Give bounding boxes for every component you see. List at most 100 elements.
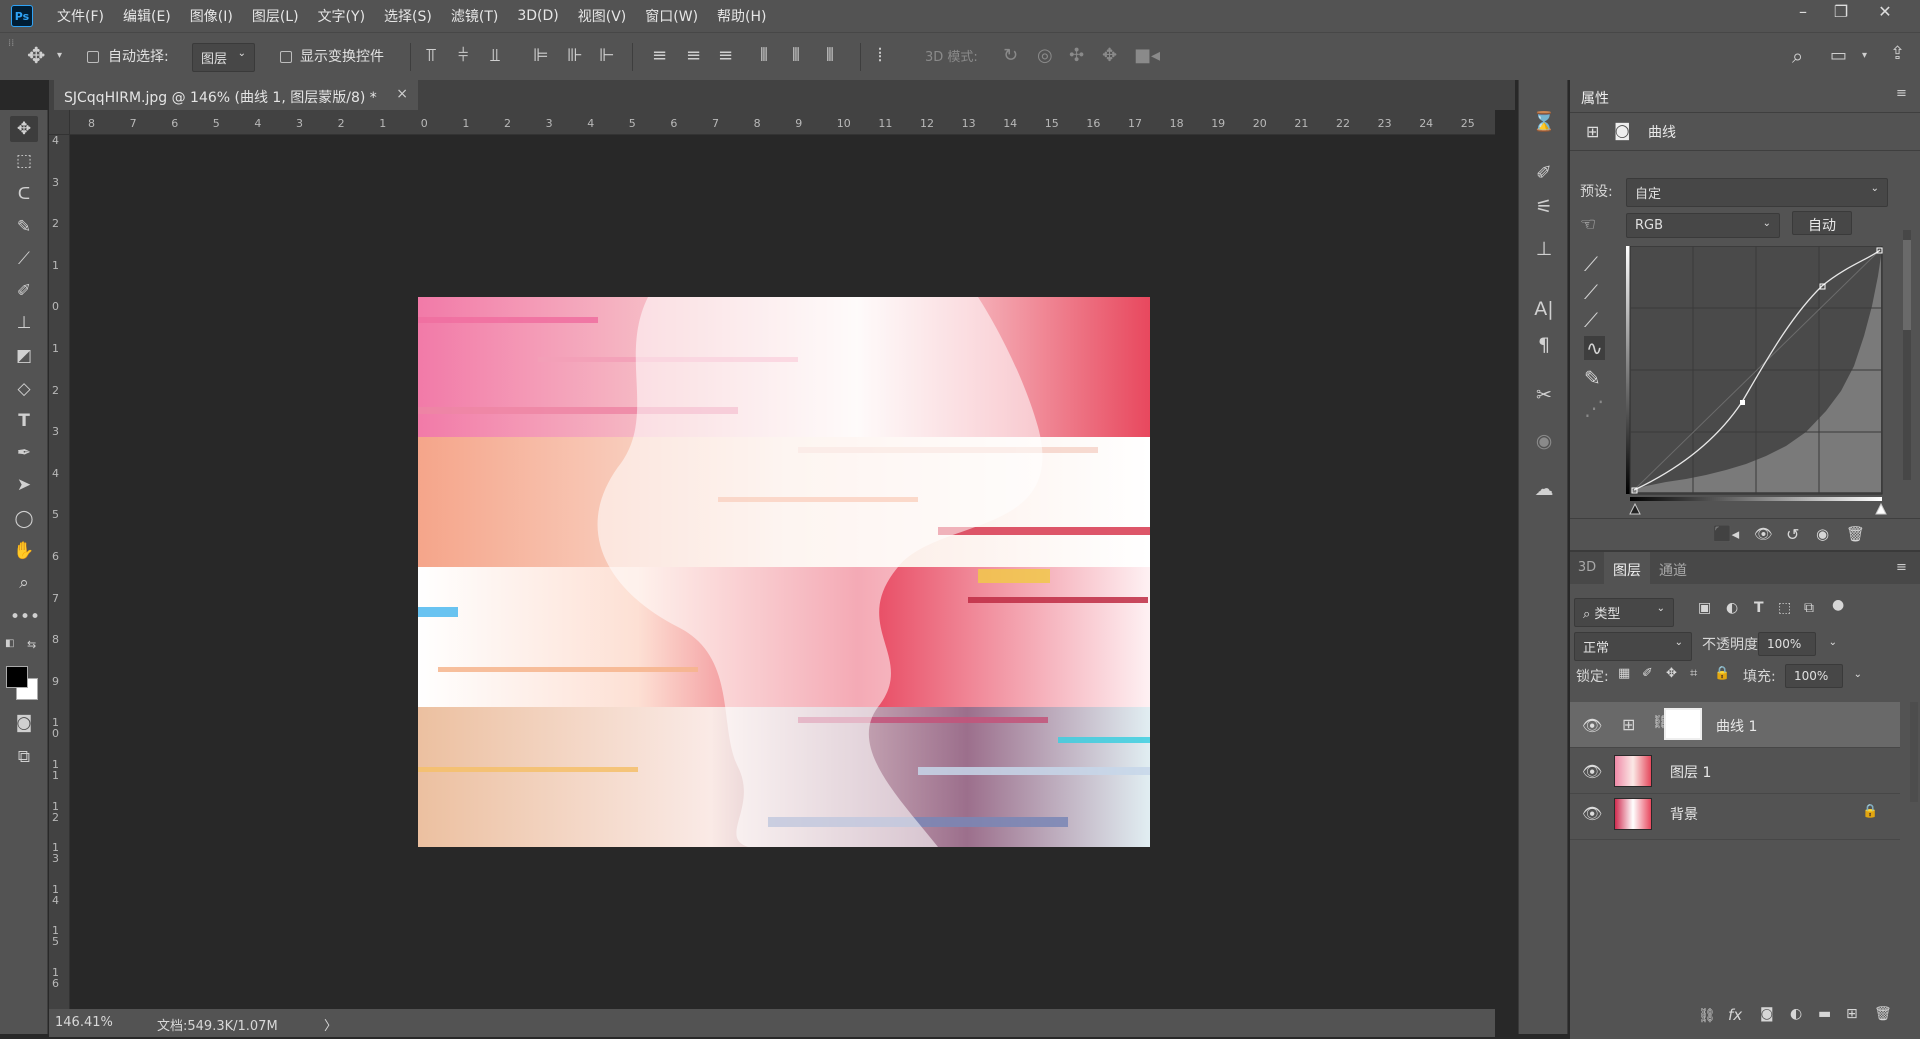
delete-layer-icon[interactable]: 🗑 [1874, 1006, 1892, 1022]
menu-image[interactable]: 图像(I) [190, 6, 233, 26]
3d-scale-icon[interactable]: ■◂ [1134, 45, 1160, 66]
paragraph-icon[interactable]: ¶ [1531, 334, 1557, 360]
smooth-curve-icon[interactable]: ⋰ [1584, 396, 1604, 420]
layer-row-curves[interactable]: 👁 ⊞ ⛓ 曲线 1 [1570, 702, 1900, 748]
preset-dropdown[interactable]: 自定 ⌄ [1626, 178, 1888, 207]
layer-mask-thumbnail[interactable] [1664, 708, 1702, 740]
opacity-input[interactable]: 100% ⌄ [1758, 632, 1837, 656]
distribute-bottom-icon[interactable]: ≡ [718, 45, 733, 66]
show-transform-checkbox[interactable] [280, 51, 292, 63]
white-slider[interactable] [1875, 502, 1887, 515]
horizontal-ruler[interactable]: 8 7 6 5 4 3 2 1 0 1 2 3 4 5 6 7 8 9 10 11 12 13 14 15 16 17 18 19 20… [70, 110, 1495, 135]
default-colors-icon[interactable]: ◧ [5, 638, 14, 649]
blend-mode-dropdown[interactable]: 正常 ⌄ [1574, 632, 1692, 661]
history-icon[interactable]: ⌛ [1531, 110, 1557, 136]
fill-input[interactable]: 100% ⌄ [1785, 664, 1862, 688]
clone-source-icon[interactable]: ⊥ [1531, 238, 1557, 264]
more-tools-icon[interactable]: ••• [10, 604, 40, 630]
distribute-hcenter-icon[interactable]: ⦀ [792, 45, 800, 66]
eyedropper-tool-icon[interactable]: ⟋ [10, 246, 38, 272]
filter-type-icon[interactable]: T [1754, 600, 1764, 616]
curves-graph[interactable] [1626, 246, 1890, 518]
brush-settings-icon[interactable]: ✐ [1531, 162, 1557, 188]
filter-toggle-icon[interactable]: ● [1832, 597, 1844, 613]
tab-layers[interactable]: 图层 [1604, 552, 1650, 584]
clip-to-layer-icon[interactable]: ⬛◂ [1713, 525, 1739, 543]
quick-select-tool-icon[interactable]: ✎ [10, 214, 38, 240]
zoom-level[interactable]: 146.41% [55, 1015, 113, 1030]
menu-filter[interactable]: 滤镜(T) [451, 6, 498, 26]
adjustments-icon[interactable]: ⚟ [1531, 196, 1557, 222]
brush-tool-icon[interactable]: ✐ [10, 278, 38, 304]
menu-layer[interactable]: 图层(L) [252, 6, 299, 26]
tools-preset-icon[interactable]: ✂ [1531, 384, 1557, 410]
auto-select-dropdown[interactable]: 图层 ⌄ [192, 43, 255, 72]
link-layers-icon[interactable]: ⛓ [1698, 1008, 1716, 1024]
distribute-right-icon[interactable]: ⦀ [826, 45, 834, 66]
3d-pan-icon[interactable]: ✣ [1069, 45, 1084, 66]
3d-roll-icon[interactable]: ◎ [1037, 45, 1053, 66]
black-point-eyedropper-icon[interactable]: ⟋ [1584, 252, 1598, 276]
learn-icon[interactable]: ◉ [1531, 430, 1557, 456]
lock-position-icon[interactable]: ✥ [1666, 666, 1677, 681]
reset-icon[interactable]: ↺ [1786, 525, 1799, 544]
menu-3d[interactable]: 3D(D) [517, 8, 558, 24]
hand-tool-icon[interactable]: ✋ [10, 538, 38, 564]
white-point-eyedropper-icon[interactable]: ⟋ [1584, 308, 1598, 332]
pencil-draw-icon[interactable]: ✎ [1584, 366, 1601, 390]
gray-point-eyedropper-icon[interactable]: ⟋ [1584, 280, 1598, 304]
distribute-left-icon[interactable]: ⦀ [760, 45, 768, 66]
add-mask-icon[interactable]: ◙ [1760, 1006, 1774, 1022]
distribute-vcenter-icon[interactable]: ≡ [686, 45, 701, 66]
creative-cloud-icon[interactable]: ☁ [1531, 478, 1557, 504]
status-menu-arrow[interactable]: 〉 [324, 1015, 337, 1034]
screen-mode-icon[interactable]: ⧉ [10, 744, 38, 770]
ellipse-tool-icon[interactable]: ◯ [10, 506, 38, 532]
path-select-tool-icon[interactable]: ➤ [10, 472, 38, 498]
menu-file[interactable]: 文件(F) [57, 6, 104, 26]
curve-edit-icon[interactable]: ∿ [1584, 336, 1605, 360]
menu-select[interactable]: 选择(S) [384, 6, 432, 26]
quick-mask-icon[interactable]: ◙ [10, 710, 38, 736]
align-hcenter-icon[interactable]: ⊪ [567, 45, 583, 66]
layer-row-background[interactable]: 👁 背景 🔒 [1570, 794, 1900, 840]
3d-slide-icon[interactable]: ✥ [1102, 45, 1117, 66]
eye-icon[interactable]: 👁 [1582, 804, 1602, 823]
filter-adjustment-icon[interactable]: ◐ [1726, 600, 1738, 616]
swap-colors-icon[interactable]: ⇆ [27, 638, 36, 651]
workspace-icon[interactable]: ▭ [1830, 45, 1847, 66]
type-tool-icon[interactable]: T [10, 408, 38, 434]
chevron-down-icon[interactable]: ▾ [57, 50, 62, 61]
eraser-tool-icon[interactable]: ◩ [10, 343, 38, 369]
lock-transparency-icon[interactable]: ▦ [1618, 666, 1630, 681]
search-icon[interactable]: ⌕ [1792, 44, 1803, 68]
filter-smart-object-icon[interactable]: ⧉ [1804, 600, 1814, 616]
align-bottom-icon[interactable]: ⫫ [490, 45, 500, 66]
align-left-icon[interactable]: ⊫ [533, 45, 549, 66]
targeted-adjust-icon[interactable]: ☜ [1580, 214, 1596, 235]
lasso-tool-icon[interactable]: ᑕ [10, 181, 38, 207]
align-top-icon[interactable]: ⫪ [426, 45, 436, 66]
menu-window[interactable]: 窗口(W) [645, 6, 698, 26]
auto-align-icon[interactable]: ⦙ [878, 45, 882, 66]
layers-scrollbar[interactable] [1910, 702, 1918, 802]
view-previous-icon[interactable]: 👁 [1754, 525, 1773, 543]
delete-icon[interactable]: 🗑 [1846, 525, 1865, 543]
layer-row-layer1[interactable]: 👁 图层 1 [1570, 748, 1900, 794]
move-tool-icon[interactable]: ✥ [10, 116, 38, 142]
menu-edit[interactable]: 编辑(E) [123, 6, 171, 26]
layer-mask-icon[interactable]: ◙ [1614, 121, 1631, 141]
layer-name[interactable]: 图层 1 [1670, 762, 1711, 782]
lock-artboard-icon[interactable]: ⌗ [1690, 666, 1697, 681]
move-tool-icon[interactable]: ✥ [27, 44, 45, 69]
new-adjustment-icon[interactable]: ◐ [1790, 1006, 1802, 1022]
layer-name[interactable]: 背景 [1670, 804, 1698, 824]
auto-select-checkbox[interactable] [87, 51, 99, 63]
channel-dropdown[interactable]: RGB ⌄ [1626, 213, 1780, 238]
minimize-button[interactable]: – [1788, 2, 1818, 24]
new-layer-icon[interactable]: ⊞ [1846, 1006, 1858, 1022]
align-vcenter-icon[interactable]: ⫩ [458, 45, 468, 66]
lock-all-icon[interactable]: 🔒 [1714, 666, 1730, 681]
curve-point[interactable] [1740, 400, 1745, 405]
black-slider[interactable] [1629, 502, 1641, 515]
